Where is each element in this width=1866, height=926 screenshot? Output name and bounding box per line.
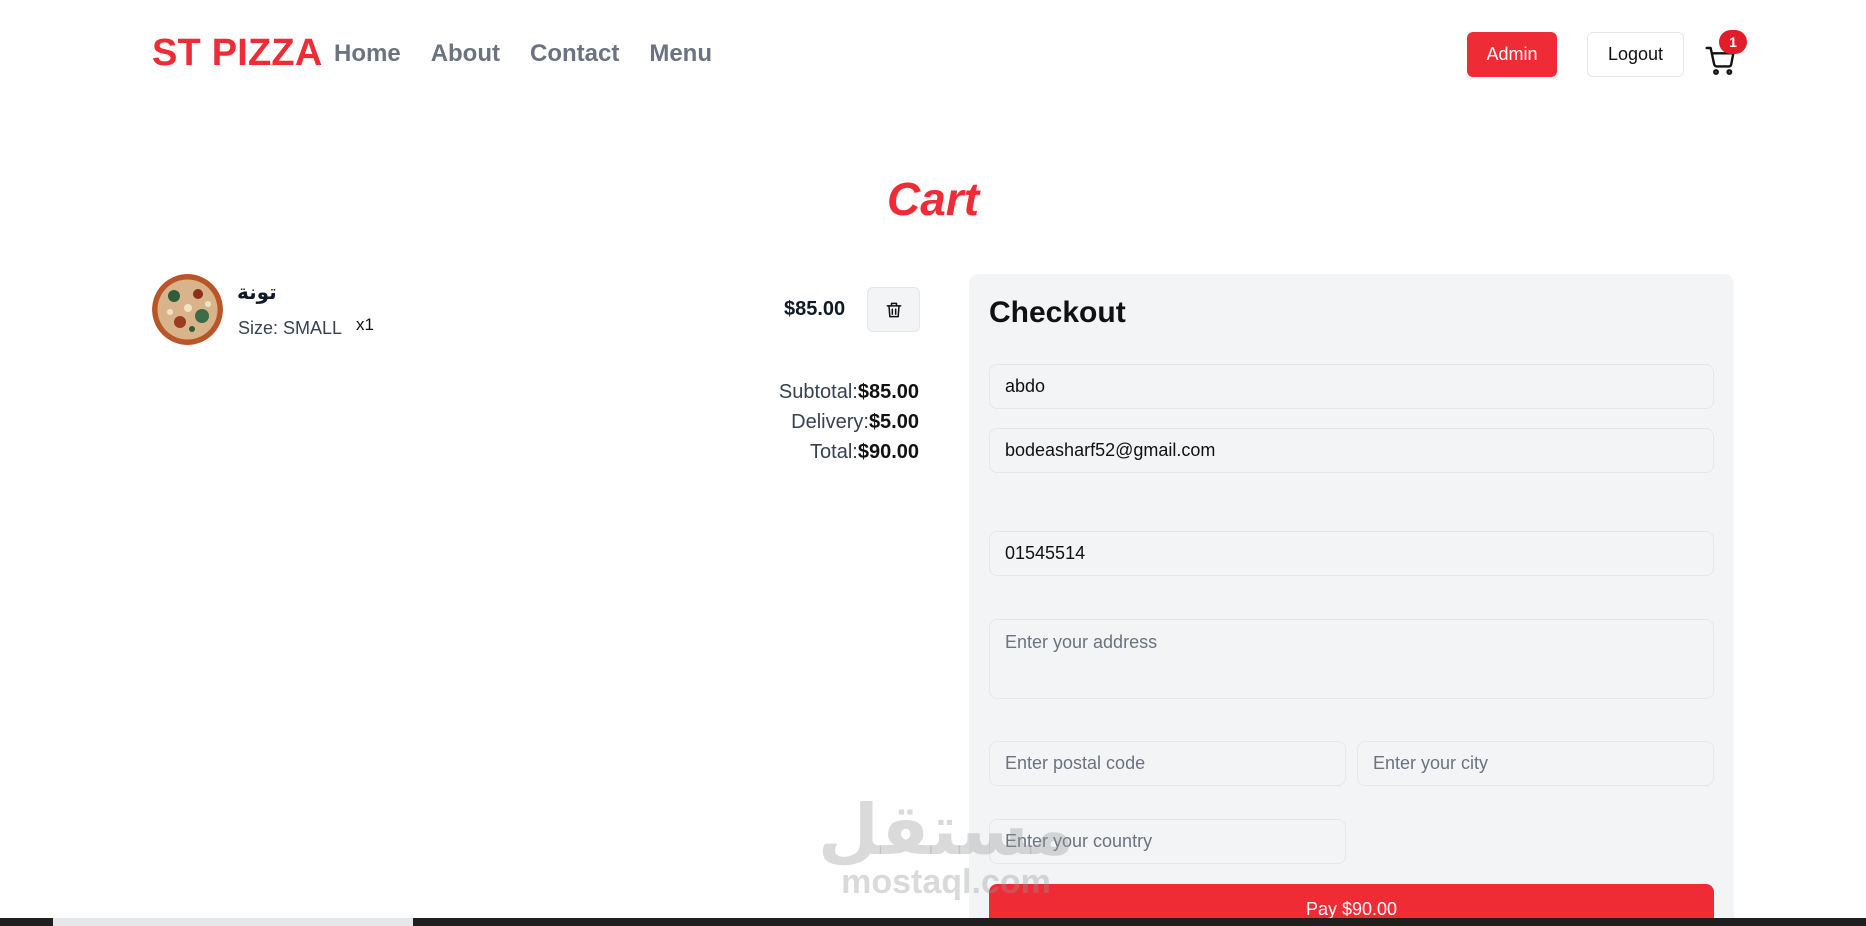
taskbar-strip <box>0 918 1866 926</box>
total-row: Total:$90.00 <box>779 437 919 467</box>
admin-button[interactable]: Admin <box>1467 32 1557 77</box>
checkout-panel: Checkout Pay $90.00 <box>969 274 1734 926</box>
site-logo[interactable]: ST PIZZA <box>152 32 323 75</box>
cart-count-badge: 1 <box>1719 30 1747 54</box>
email-field[interactable] <box>989 428 1714 473</box>
cart-page: ST PIZZA Home About Contact Menu Admin L… <box>0 0 1866 926</box>
total-label: Total: <box>810 441 858 463</box>
main-nav: Home About Contact Menu <box>334 40 712 68</box>
taskbar-segment <box>53 918 413 926</box>
postal-code-field[interactable] <box>989 741 1346 786</box>
nav-menu[interactable]: Menu <box>649 40 712 68</box>
nav-about[interactable]: About <box>431 40 500 68</box>
checkout-title: Checkout <box>989 296 1126 329</box>
mostaql-watermark: مستقل mostaql.com <box>818 795 1074 899</box>
remove-item-button[interactable] <box>867 287 920 332</box>
pizza-thumbnail <box>152 274 223 345</box>
page-title: Cart <box>886 173 980 225</box>
city-field[interactable] <box>1357 741 1714 786</box>
delivery-value: $5.00 <box>868 411 919 433</box>
nav-contact[interactable]: Contact <box>530 40 619 68</box>
total-value: $90.00 <box>857 441 919 463</box>
item-price: $85.00 <box>784 298 846 320</box>
watermark-arabic: مستقل <box>818 789 1075 871</box>
name-field[interactable] <box>989 364 1714 409</box>
trash-icon <box>886 302 901 317</box>
item-name: تونة <box>237 280 277 304</box>
item-quantity: x1 <box>356 315 374 334</box>
subtotal-label: Subtotal: <box>778 381 858 403</box>
site-header: ST PIZZA Home About Contact Menu Admin L… <box>0 0 1866 110</box>
subtotal-value: $85.00 <box>857 381 919 403</box>
delivery-label: Delivery: <box>791 411 869 433</box>
address-field[interactable] <box>989 619 1714 699</box>
delivery-row: Delivery:$5.00 <box>779 407 919 437</box>
logout-button[interactable]: Logout <box>1587 32 1684 77</box>
phone-field[interactable] <box>989 531 1714 576</box>
item-size: Size: SMALL <box>238 318 343 338</box>
order-totals: Subtotal:$85.00 Delivery:$5.00 Total:$90… <box>779 377 919 467</box>
nav-home[interactable]: Home <box>334 40 401 68</box>
watermark-latin: mostaql.com <box>841 863 1051 901</box>
subtotal-row: Subtotal:$85.00 <box>779 377 919 407</box>
